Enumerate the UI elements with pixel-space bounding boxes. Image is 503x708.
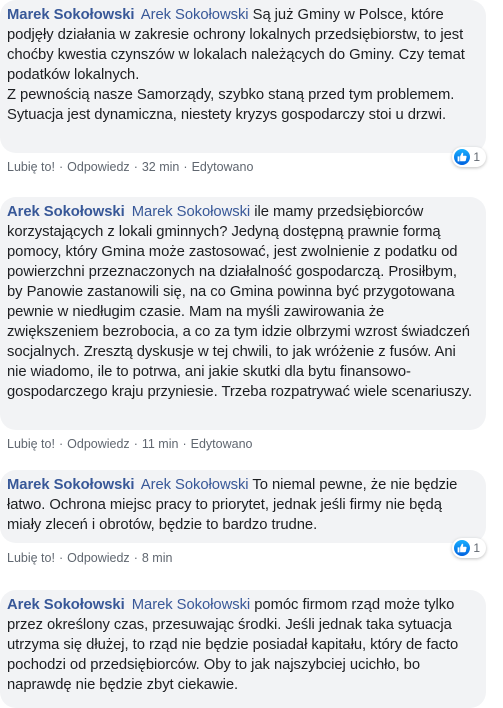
edited-link[interactable]: Edytowano — [191, 437, 253, 451]
thumbs-up-icon — [454, 149, 471, 165]
comment-text: ile mamy przedsiębiorców korzystających … — [7, 204, 473, 400]
comment-text: Są już Gminy w Polsce, które podjęły dzi… — [7, 7, 465, 123]
reply-link[interactable]: Odpowiedz — [67, 551, 130, 565]
comment-2: Arek Sokołowski Marek Sokołowski ile mam… — [0, 197, 486, 452]
comment-author[interactable]: Arek Sokołowski — [7, 597, 125, 613]
like-link[interactable]: Lubię to! — [7, 551, 55, 565]
comment-bubble: Marek Sokołowski Arek Sokołowski Są już … — [0, 0, 486, 167]
comment-mention[interactable]: Marek Sokołowski — [132, 597, 250, 613]
timestamp-link[interactable]: 32 min — [142, 160, 180, 174]
comment-mention[interactable]: Arek Sokołowski — [141, 7, 249, 23]
comment-actions: Lubię to! · Odpowiedz · 11 min · Edytowano — [0, 436, 486, 452]
separator: · — [58, 437, 64, 451]
like-link[interactable]: Lubię to! — [7, 160, 55, 174]
reply-link[interactable]: Odpowiedz — [67, 160, 130, 174]
reaction-badge[interactable]: 1 — [452, 538, 486, 558]
timestamp-link[interactable]: 8 min — [142, 551, 173, 565]
comment-mention[interactable]: Marek Sokołowski — [132, 204, 250, 220]
separator: · — [58, 160, 64, 174]
comment-bubble: Marek Sokołowski Arek Sokołowski To niem… — [0, 470, 486, 558]
comment-mention[interactable]: Arek Sokołowski — [141, 477, 249, 493]
separator: · — [133, 160, 138, 174]
reply-link[interactable]: Odpowiedz — [67, 437, 130, 451]
comment-author[interactable]: Marek Sokołowski — [7, 7, 135, 23]
reaction-badge[interactable]: 1 — [452, 147, 486, 167]
comment-author[interactable]: Arek Sokołowski — [7, 204, 125, 220]
comment-bubble: Arek Sokołowski Marek Sokołowski ile mam… — [0, 197, 486, 430]
like-link[interactable]: Lubię to! — [7, 437, 55, 451]
comment-1: Marek Sokołowski Arek Sokołowski Są już … — [0, 0, 486, 175]
separator: · — [182, 437, 187, 451]
separator: · — [183, 160, 188, 174]
comment-bubble: Arek Sokołowski Marek Sokołowski pomóc f… — [0, 590, 486, 708]
comment-author[interactable]: Marek Sokołowski — [7, 477, 135, 493]
reaction-count: 1 — [473, 541, 480, 555]
edited-link[interactable]: Edytowano — [192, 160, 254, 174]
reaction-count: 1 — [473, 150, 480, 164]
separator: · — [133, 551, 138, 565]
comment-4: Arek Sokołowski Marek Sokołowski pomóc f… — [0, 590, 486, 708]
comment-actions: Lubię to! · Odpowiedz · 32 min · Edytowano — [0, 159, 486, 175]
separator: · — [133, 437, 138, 451]
separator: · — [58, 551, 64, 565]
thumbs-up-icon — [454, 540, 471, 556]
timestamp-link[interactable]: 11 min — [142, 437, 179, 451]
comment-3: Marek Sokołowski Arek Sokołowski To niem… — [0, 470, 486, 566]
comment-actions: Lubię to! · Odpowiedz · 8 min — [0, 550, 486, 566]
